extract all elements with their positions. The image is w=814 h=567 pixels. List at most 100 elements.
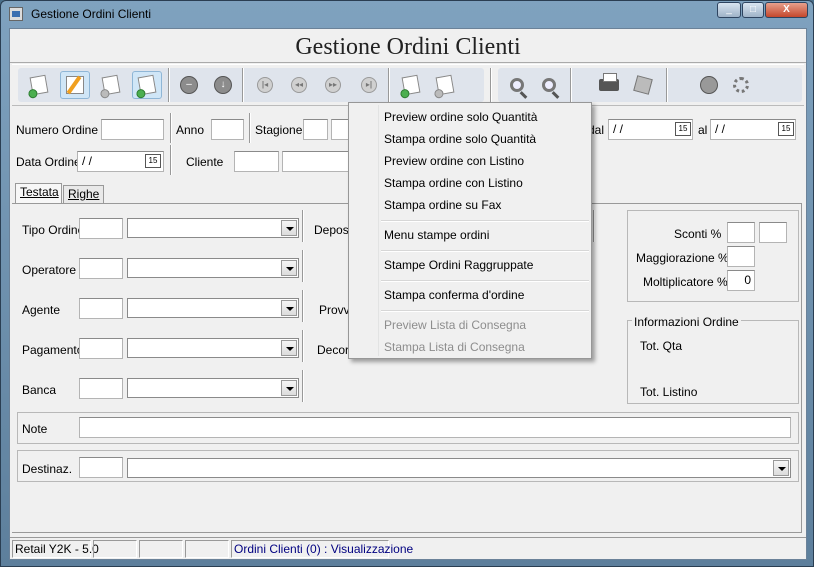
new-order-button[interactable] — [24, 71, 54, 99]
zoom-button[interactable] — [534, 71, 564, 99]
menu-item-preview-solo-quantita[interactable]: Preview ordine solo Quantità — [384, 107, 537, 127]
sconti-label: Sconti % — [674, 227, 722, 241]
tab-righe[interactable]: Righe — [63, 185, 104, 204]
sconti-1-input[interactable] — [727, 222, 755, 243]
app-icon[interactable] — [9, 7, 23, 21]
next-record-button[interactable]: ▸▸ — [318, 71, 348, 99]
agente-select[interactable] — [127, 298, 299, 318]
al-calendar-icon[interactable]: 15 — [778, 122, 794, 136]
minimize-button[interactable]: _ — [717, 2, 741, 18]
agente-code-input[interactable] — [79, 298, 123, 319]
window-title: Gestione Ordini Clienti — [31, 7, 152, 21]
detach-icon — [433, 74, 455, 99]
note-label: Note — [22, 422, 48, 436]
al-date-value: / / — [715, 122, 726, 136]
save-button[interactable]: ↓ — [208, 71, 238, 99]
separator — [170, 145, 172, 175]
anno-input[interactable] — [211, 119, 244, 140]
title-bar[interactable]: Gestione Ordini Clienti _ □ X — [1, 1, 813, 27]
menu-item-preview-con-listino[interactable]: Preview ordine con Listino — [384, 151, 524, 171]
separator — [302, 330, 304, 362]
cancel-button[interactable]: – — [174, 71, 204, 99]
menu-item-stampa-solo-quantita[interactable]: Stampa ordine solo Quantità — [384, 129, 536, 149]
destinazione-code-input[interactable] — [79, 457, 123, 478]
moltiplicatore-input[interactable]: 0 — [727, 270, 755, 291]
separator — [302, 290, 304, 322]
chevron-down-icon[interactable] — [281, 220, 297, 236]
operatore-select[interactable] — [127, 258, 299, 278]
attach-button[interactable] — [396, 71, 426, 99]
attach-icon — [399, 74, 421, 99]
numero-ordine-label: Numero Ordine — [16, 123, 99, 137]
search-button[interactable] — [502, 71, 532, 99]
maximize-button[interactable]: □ — [742, 2, 764, 18]
cliente-name-input[interactable] — [282, 151, 352, 172]
search-icon — [510, 78, 524, 92]
help-button[interactable] — [694, 71, 724, 99]
tab-testata-label: Testata — [20, 185, 59, 199]
page-title: Gestione Ordini Clienti — [295, 34, 521, 60]
deposito-label: Deposi — [314, 223, 352, 237]
tools-icon — [733, 77, 749, 93]
dal-date-value: / / — [613, 122, 624, 136]
tipo-ordine-code-input[interactable] — [79, 218, 123, 239]
edit-button[interactable] — [60, 71, 90, 99]
copy-icon — [99, 74, 121, 99]
close-button[interactable]: X — [765, 2, 808, 18]
cliente-code-input[interactable] — [234, 151, 279, 172]
print-button[interactable] — [594, 71, 624, 99]
note-input[interactable] — [79, 417, 791, 438]
menu-item-stampa-su-fax[interactable]: Stampa ordine su Fax — [384, 195, 501, 215]
anno-label: Anno — [176, 123, 205, 137]
first-icon: |◂ — [257, 77, 273, 93]
toolbar-separator — [168, 68, 170, 102]
chevron-down-icon[interactable] — [281, 340, 297, 356]
destinazione-select[interactable] — [127, 458, 791, 478]
status-cell-empty — [139, 540, 183, 558]
sconti-2-input[interactable] — [759, 222, 787, 243]
menu-item-stampa-conferma-ordine[interactable]: Stampa conferma d'ordine — [384, 285, 524, 305]
chevron-down-icon[interactable] — [773, 460, 789, 476]
prev-record-button[interactable]: ◂◂ — [284, 71, 314, 99]
menu-separator — [381, 220, 589, 222]
detach-button[interactable] — [430, 71, 460, 99]
stagione-input[interactable] — [303, 119, 328, 140]
maggiorazione-input[interactable] — [727, 246, 755, 267]
export-button[interactable] — [628, 71, 658, 99]
toolbar-separator — [666, 68, 668, 102]
tot-qta-label: Tot. Qta — [640, 339, 683, 353]
banca-select[interactable] — [127, 378, 299, 398]
chevron-down-icon[interactable] — [281, 300, 297, 316]
numero-ordine-input[interactable] — [101, 119, 164, 140]
tipo-ordine-select[interactable] — [127, 218, 299, 238]
toolbar-separator — [388, 68, 390, 102]
dal-calendar-icon[interactable]: 15 — [675, 122, 691, 136]
chevron-down-icon[interactable] — [281, 380, 297, 396]
pagamento-label: Pagamento — [22, 343, 84, 357]
last-record-button[interactable]: ▸| — [354, 71, 384, 99]
tools-button[interactable] — [726, 71, 756, 99]
menu-item-menu-stampe-ordini[interactable]: Menu stampe ordini — [384, 225, 489, 245]
refresh-icon — [135, 74, 157, 99]
menu-item-stampe-raggruppate[interactable]: Stampe Ordini Raggruppate — [384, 255, 533, 275]
menu-item-stampa-con-listino[interactable]: Stampa ordine con Listino — [384, 173, 523, 193]
data-ordine-calendar-icon[interactable]: 15 — [145, 154, 161, 168]
operatore-code-input[interactable] — [79, 258, 123, 279]
toolbar-separator — [242, 68, 244, 102]
refresh-button[interactable] — [132, 71, 162, 99]
menu-item-stampa-lista-consegna: Stampa Lista di Consegna — [384, 340, 525, 354]
menu-item-preview-lista-consegna: Preview Lista di Consegna — [384, 318, 527, 332]
menu-gutter — [351, 105, 379, 356]
chevron-down-icon[interactable] — [281, 260, 297, 276]
pagamento-select[interactable] — [127, 338, 299, 358]
menu-separator — [381, 250, 589, 252]
toolbar-separator — [570, 68, 572, 102]
pagamento-code-input[interactable] — [79, 338, 123, 359]
banca-code-input[interactable] — [79, 378, 123, 399]
save-icon: ↓ — [214, 76, 232, 94]
tab-testata[interactable]: Testata — [15, 183, 62, 203]
status-message: Ordini Clienti (0) : Visualizzazione — [231, 540, 413, 558]
first-record-button[interactable]: |◂ — [250, 71, 280, 99]
copy-button[interactable] — [96, 71, 126, 99]
banca-label: Banca — [22, 383, 57, 397]
